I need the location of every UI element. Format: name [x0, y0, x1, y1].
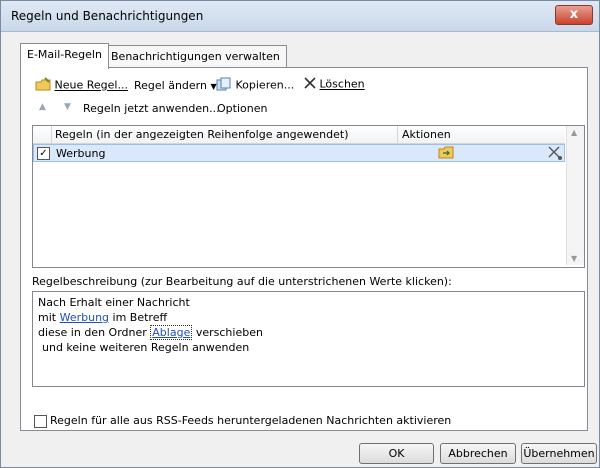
- move-up-arrow-icon[interactable]: ▲: [39, 102, 46, 112]
- move-down-arrow-icon[interactable]: ▼: [64, 102, 71, 112]
- scroll-down-icon[interactable]: ▼: [571, 254, 577, 263]
- scroll-up-icon[interactable]: ▲: [571, 128, 577, 137]
- rules-table: Regeln (in der angezeigten Reihenfolge a…: [32, 125, 585, 268]
- rule-description-box: Nach Erhalt einer Nachricht mit Werbung …: [32, 291, 585, 387]
- rss-rules-checkbox[interactable]: [34, 415, 47, 428]
- window-title: Regeln und Benachrichtigungen: [11, 9, 204, 23]
- new-rule-label: Neue Regel...: [54, 78, 128, 92]
- rules-dialog: Regeln und Benachrichtigungen x E-Mail-R…: [0, 0, 600, 468]
- folder-link[interactable]: Ablage: [150, 325, 193, 340]
- change-rule-button[interactable]: Regel ändern ▼: [134, 79, 217, 92]
- description-line-2: mit Werbung im Betreff: [38, 311, 167, 324]
- column-header-rules[interactable]: Regeln (in der angezeigten Reihenfolge a…: [55, 128, 349, 141]
- apply-button[interactable]: Übernehmen: [521, 443, 597, 464]
- delete-icon: [304, 77, 316, 92]
- change-rule-label: Regel ändern: [134, 79, 207, 92]
- delete-rule-button[interactable]: Löschen: [304, 77, 365, 92]
- description-line-3: diese in den Ordner Ablage verschieben: [38, 325, 263, 340]
- description-label: Regelbeschreibung (zur Bearbeitung auf d…: [32, 275, 452, 288]
- description-line-1: Nach Erhalt einer Nachricht: [38, 296, 190, 309]
- title-bar: Regeln und Benachrichtigungen x: [1, 1, 599, 32]
- text: verschieben: [195, 326, 263, 339]
- column-header-actions[interactable]: Aktionen: [402, 128, 451, 141]
- description-line-4: und keine weiteren Regeln anwenden: [42, 341, 250, 354]
- column-divider: [397, 126, 398, 143]
- delete-label: Löschen: [319, 77, 365, 91]
- rule-enabled-checkbox[interactable]: ✓: [37, 147, 50, 160]
- rule-name: Werbung: [56, 147, 106, 160]
- apply-rules-now-button[interactable]: Regeln jetzt anwenden...: [83, 102, 220, 115]
- ok-button[interactable]: OK: [359, 443, 434, 464]
- copy-icon: [216, 77, 232, 94]
- tab-manage-alerts[interactable]: Benachrichtigungen verwalten: [104, 45, 287, 68]
- table-row[interactable]: ✓ Werbung: [33, 144, 565, 162]
- new-rule-button[interactable]: Neue Regel...: [35, 77, 128, 94]
- copy-rule-button[interactable]: Kopieren...: [216, 77, 294, 94]
- column-divider: [51, 126, 52, 143]
- stop-processing-icon: [547, 145, 563, 164]
- cancel-button[interactable]: Abbrechen: [440, 443, 516, 464]
- rss-rules-label: Regeln für alle aus RSS-Feeds herunterge…: [50, 414, 452, 427]
- close-button[interactable]: x: [555, 5, 593, 25]
- tab-email-rules[interactable]: E-Mail-Regeln: [20, 43, 109, 69]
- subject-keyword-link[interactable]: Werbung: [60, 311, 109, 324]
- move-to-folder-icon: [438, 145, 454, 162]
- text: mit: [38, 311, 57, 324]
- copy-label: Kopieren...: [235, 78, 295, 92]
- new-rule-icon: [35, 77, 51, 94]
- text: im Betreff: [112, 311, 168, 324]
- table-scrollbar[interactable]: ▲ ▼: [566, 126, 584, 265]
- options-button[interactable]: Optionen: [217, 102, 267, 115]
- table-header: Regeln (in der angezeigten Reihenfolge a…: [33, 126, 565, 144]
- text: diese in den Ordner: [38, 326, 147, 339]
